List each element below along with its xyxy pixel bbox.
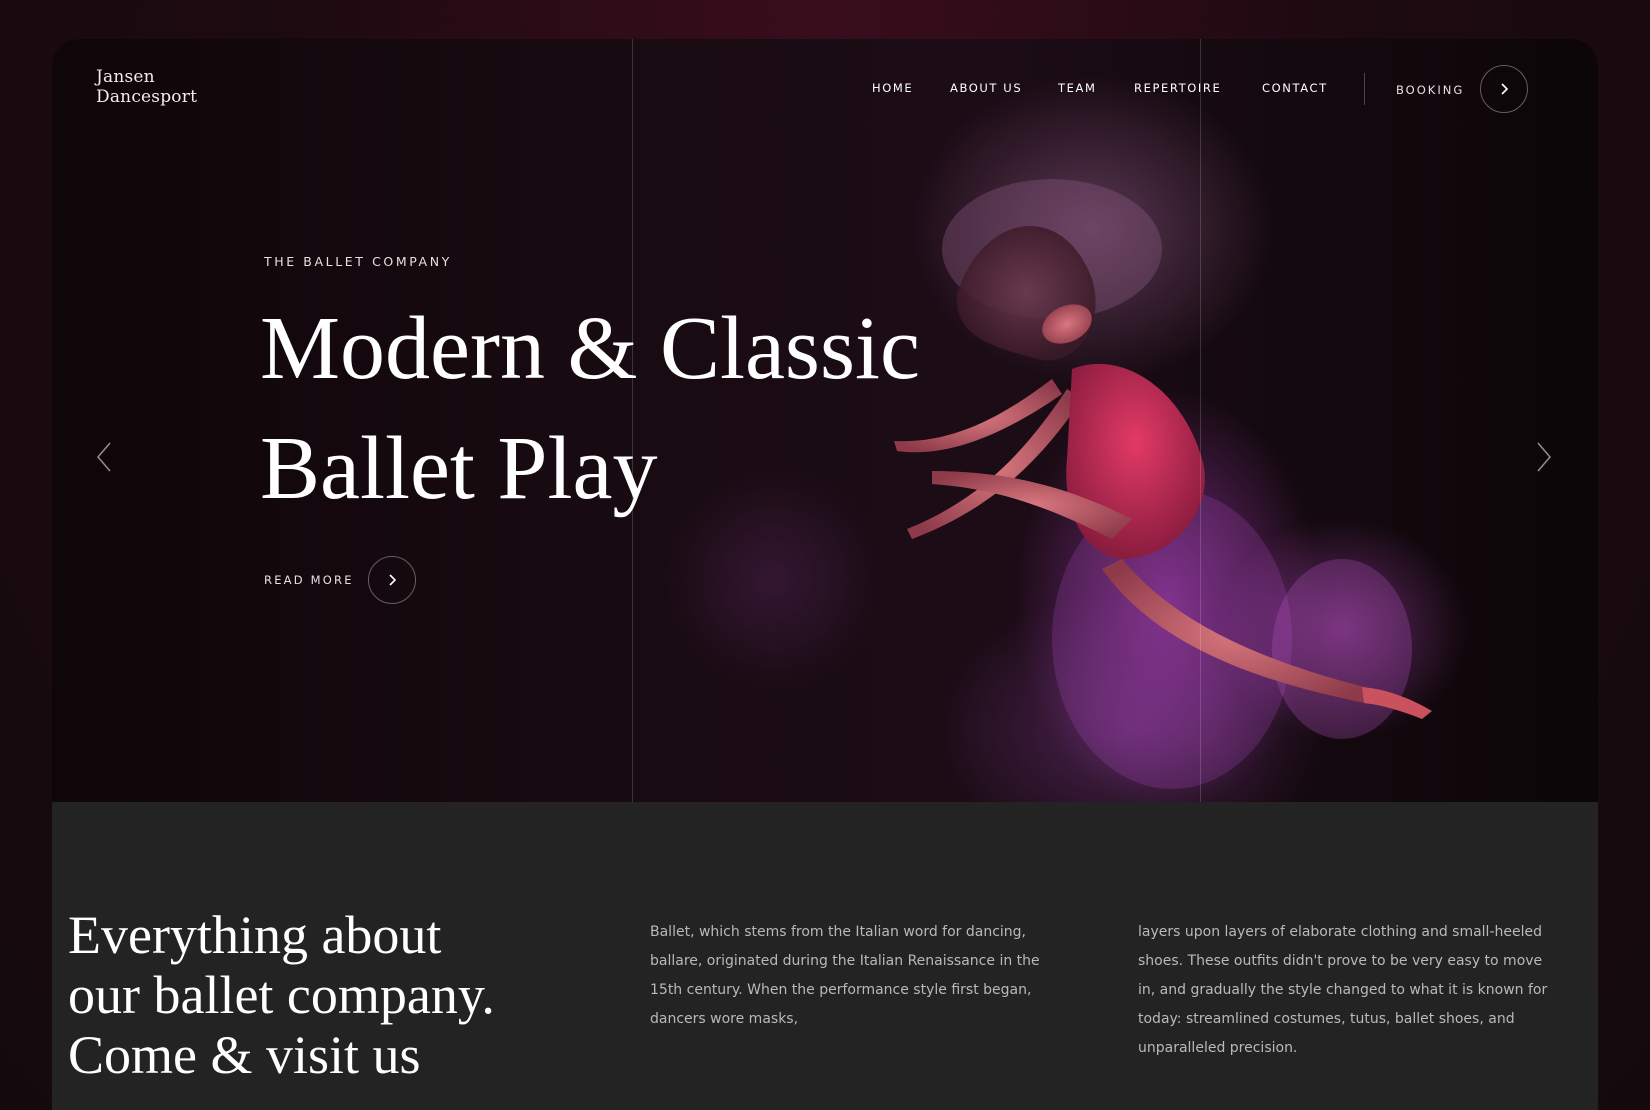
nav-contact[interactable]: CONTACT [1262, 81, 1328, 95]
chevron-left-icon [97, 442, 111, 472]
read-more-button[interactable] [368, 556, 416, 604]
read-more-link[interactable]: READ MORE [264, 573, 354, 587]
hero-headline-line-1: Modern & Classic [260, 299, 920, 398]
about-paragraph-2: layers upon layers of elaborate clothing… [1138, 924, 1548, 1056]
booking-link[interactable]: BOOKING [1396, 83, 1464, 97]
about-title-line-3: Come & visit us [68, 1025, 421, 1085]
nav-repertoire[interactable]: REPERTOIRE [1134, 81, 1221, 95]
grid-line [1200, 39, 1201, 802]
prev-slide-button[interactable] [92, 439, 116, 475]
nav-about-us[interactable]: ABOUT US [950, 81, 1022, 95]
hero-headline: Modern & Classic Ballet Play [260, 289, 920, 529]
about-title-line-1: Everything about [68, 905, 442, 965]
about-title: Everything about our ballet company. Com… [68, 905, 495, 1085]
about-paragraph-1: Ballet, which stems from the Italian wor… [650, 924, 1040, 1027]
main-nav: HOME ABOUT US TEAM REPERTOIRE CONTACT [52, 81, 1598, 101]
about-title-line-2: our ballet company. [68, 965, 495, 1025]
nav-divider [1364, 73, 1365, 105]
nav-home[interactable]: HOME [872, 81, 913, 95]
hero-section: Jansen Dancesport HOME ABOUT US TEAM REP… [52, 39, 1598, 802]
booking-button[interactable] [1480, 65, 1528, 113]
hero-headline-line-2: Ballet Play [260, 419, 658, 518]
chevron-right-icon [389, 574, 397, 586]
chevron-right-icon [1537, 442, 1551, 472]
chevron-right-icon [1501, 83, 1509, 95]
nav-team[interactable]: TEAM [1058, 81, 1096, 95]
next-slide-button[interactable] [1532, 439, 1556, 475]
hero-eyebrow: THE BALLET COMPANY [264, 254, 452, 269]
